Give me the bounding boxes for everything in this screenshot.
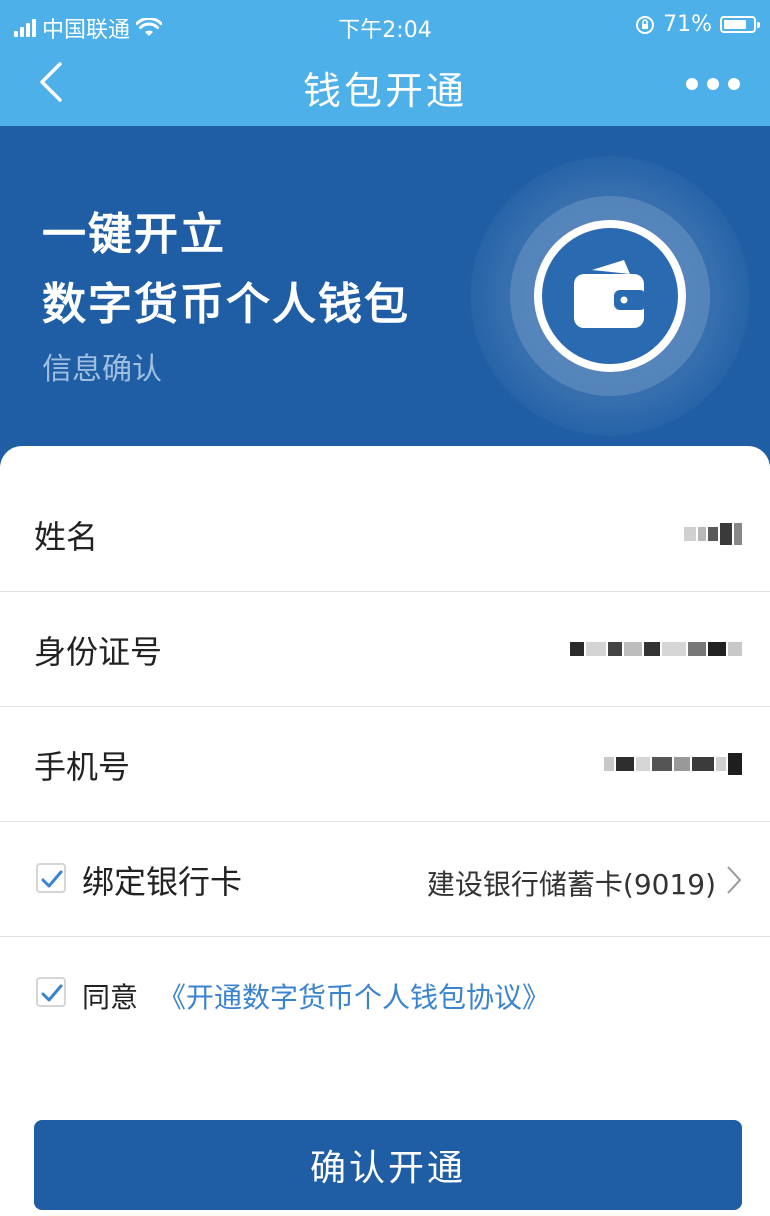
phone-row: 手机号: [0, 706, 770, 822]
page-title: 钱包开通: [302, 69, 467, 113]
bank-card-value[interactable]: 建设银行储蓄卡(9019): [427, 863, 716, 903]
more-dot: [707, 78, 719, 90]
hero-title-line2: 数字货币个人钱包: [42, 279, 410, 330]
status-bar: 中国联通 下午2:04 71%: [0, 0, 770, 48]
agreement-checkbox[interactable]: [36, 977, 66, 1007]
bind-card-checkbox[interactable]: [36, 863, 66, 893]
more-dot: [686, 78, 698, 90]
id-value-masked: [570, 635, 742, 663]
orientation-lock-icon: [636, 15, 655, 34]
bind-card-label: 绑定银行卡: [82, 863, 243, 901]
agreement-link[interactable]: 《开通数字货币个人钱包协议》: [158, 976, 550, 1016]
confirm-open-button[interactable]: 确认开通: [34, 1120, 742, 1210]
phone-value-masked: [604, 750, 742, 778]
checkmark-icon: [41, 984, 63, 1002]
status-right: 71%: [635, 12, 760, 37]
battery-icon: [720, 16, 760, 33]
name-row: 姓名: [0, 476, 770, 592]
agree-label: 同意: [82, 981, 139, 1014]
more-button[interactable]: [686, 70, 746, 98]
id-row: 身份证号: [0, 591, 770, 707]
hero-subtitle: 信息确认: [42, 352, 162, 387]
checkmark-icon: [41, 870, 63, 888]
name-label: 姓名: [34, 518, 99, 556]
more-dot: [728, 78, 740, 90]
hero-title-line1: 一键开立: [42, 209, 226, 260]
phone-label: 手机号: [34, 748, 131, 786]
wallet-icon: [574, 260, 646, 328]
info-card: 姓名 身份证号 手机号 绑定银行卡 建设银行储蓄卡(9019): [0, 446, 770, 1216]
hero-banner: 一键开立 数字货币个人钱包 信息确认: [0, 126, 770, 466]
battery-percent: 71%: [663, 12, 712, 37]
chevron-right-icon[interactable]: [726, 865, 742, 895]
bind-card-row[interactable]: 绑定银行卡 建设银行储蓄卡(9019): [0, 821, 770, 937]
top-bar: 中国联通 下午2:04 71% 钱包开通: [0, 0, 770, 126]
id-label: 身份证号: [34, 633, 163, 671]
name-value-masked: [684, 520, 742, 548]
